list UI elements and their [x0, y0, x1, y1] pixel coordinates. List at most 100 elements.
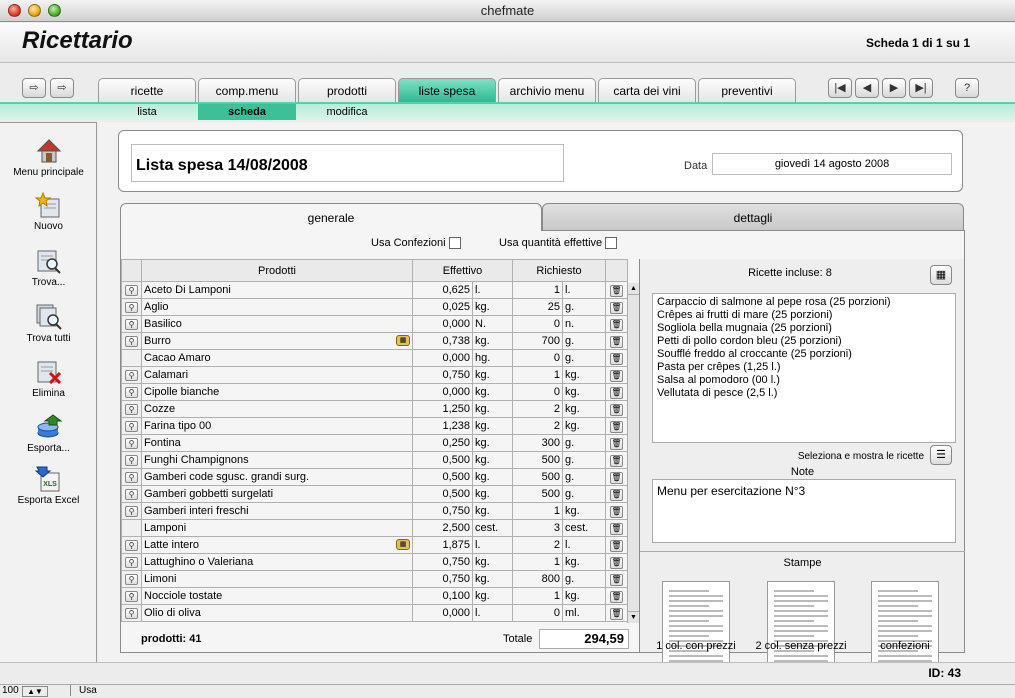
- trash-icon[interactable]: 🗑: [610, 420, 623, 433]
- required-qty-cell[interactable]: 700: [512, 332, 563, 350]
- product-name-cell[interactable]: Aceto Di Lamponi: [141, 281, 413, 299]
- required-qty-cell[interactable]: 1: [512, 366, 563, 384]
- table-row[interactable]: ⚲ Limoni 0,750 kg. 800 g. 🗑: [121, 570, 628, 588]
- table-row[interactable]: Lamponi 2,500 cest. 3 cest. 🗑: [121, 519, 628, 537]
- effective-qty-cell[interactable]: 0,100: [412, 587, 473, 605]
- product-name-cell[interactable]: Olio di oliva: [141, 604, 413, 622]
- product-name-cell[interactable]: Burro ▦: [141, 332, 413, 350]
- sidebar-item-trova-tutti[interactable]: Trova tutti: [0, 303, 97, 344]
- tab-archivio-menu[interactable]: archivio menu: [498, 78, 596, 102]
- trash-icon[interactable]: 🗑: [610, 522, 623, 535]
- tab-comp-menu[interactable]: comp.menu: [198, 78, 296, 102]
- trash-icon[interactable]: 🗑: [610, 607, 623, 620]
- effective-qty-cell[interactable]: 1,238: [412, 417, 473, 435]
- magnifier-icon[interactable]: ⚲: [125, 319, 138, 330]
- table-row[interactable]: ⚲ Gamberi interi freschi 0,750 kg. 1 kg. 🗑: [121, 502, 628, 520]
- table-row[interactable]: ⚲ Burro ▦ 0,738 kg. 700 g. 🗑: [121, 332, 628, 350]
- magnifier-icon[interactable]: ⚲: [125, 387, 138, 398]
- magnifier-icon[interactable]: ⚲: [125, 438, 138, 449]
- effective-qty-cell[interactable]: 0,500: [412, 451, 473, 469]
- magnifier-icon[interactable]: ⚲: [125, 302, 138, 313]
- table-row[interactable]: ⚲ Fontina 0,250 kg. 300 g. 🗑: [121, 434, 628, 452]
- effective-qty-cell[interactable]: 0,625: [412, 281, 473, 299]
- trash-icon[interactable]: 🗑: [610, 556, 623, 569]
- required-qty-cell[interactable]: 300: [512, 434, 563, 452]
- required-qty-cell[interactable]: 800: [512, 570, 563, 588]
- trash-icon[interactable]: 🗑: [610, 301, 623, 314]
- effective-qty-cell[interactable]: 0,738: [412, 332, 473, 350]
- note-field[interactable]: Menu per esercitazione N°3: [652, 479, 956, 543]
- trash-icon[interactable]: 🗑: [610, 335, 623, 348]
- usa-quantita-option[interactable]: Usa quantità effettive: [499, 237, 618, 250]
- product-name-cell[interactable]: Limoni: [141, 570, 413, 588]
- required-qty-cell[interactable]: 0: [512, 604, 563, 622]
- product-name-cell[interactable]: Gamberi gobbetti surgelati: [141, 485, 413, 503]
- required-qty-cell[interactable]: 1: [512, 502, 563, 520]
- trash-icon[interactable]: 🗑: [610, 488, 623, 501]
- product-name-cell[interactable]: Latte intero ▦: [141, 536, 413, 554]
- table-row[interactable]: ⚲ Nocciole tostate 0,100 kg. 1 kg. 🗑: [121, 587, 628, 605]
- usa-quantita-checkbox[interactable]: [605, 237, 618, 250]
- table-row[interactable]: Cacao Amaro 0,000 hg. 0 g. 🗑: [121, 349, 628, 367]
- effective-qty-cell[interactable]: 1,875: [412, 536, 473, 554]
- magnifier-icon[interactable]: ⚲: [125, 285, 138, 296]
- required-qty-cell[interactable]: 0: [512, 349, 563, 367]
- magnifier-icon[interactable]: ⚲: [125, 421, 138, 432]
- table-scrollbar[interactable]: ▲ ▼: [627, 283, 639, 623]
- required-qty-cell[interactable]: 500: [512, 451, 563, 469]
- table-row[interactable]: ⚲ Funghi Champignons 0,500 kg. 500 g. 🗑: [121, 451, 628, 469]
- magnifier-icon[interactable]: ⚲: [125, 591, 138, 602]
- mode-indicator[interactable]: Usa: [70, 685, 97, 696]
- sidebar-item-nuovo[interactable]: Nuovo: [0, 191, 97, 232]
- print-thumbnail-3[interactable]: [871, 581, 939, 673]
- product-name-cell[interactable]: Gamberi code sgusc. grandi surg.: [141, 468, 413, 486]
- zoom-window-button[interactable]: [48, 4, 61, 17]
- effective-qty-cell[interactable]: 0,025: [412, 298, 473, 316]
- magnifier-icon[interactable]: ⚲: [125, 506, 138, 517]
- product-name-cell[interactable]: Farina tipo 00: [141, 417, 413, 435]
- tab-liste-spesa[interactable]: liste spesa: [398, 78, 496, 102]
- table-row[interactable]: ⚲ Latte intero ▦ 1,875 l. 2 l. 🗑: [121, 536, 628, 554]
- usa-confezioni-checkbox[interactable]: [448, 237, 461, 250]
- effective-qty-cell[interactable]: 0,750: [412, 366, 473, 384]
- trash-icon[interactable]: 🗑: [610, 454, 623, 467]
- table-row[interactable]: ⚲ Calamari 0,750 kg. 1 kg. 🗑: [121, 366, 628, 384]
- product-name-cell[interactable]: Cipolle bianche: [141, 383, 413, 401]
- scroll-down-icon[interactable]: ▼: [628, 611, 639, 623]
- effective-qty-cell[interactable]: 0,000: [412, 604, 473, 622]
- trash-icon[interactable]: 🗑: [610, 590, 623, 603]
- trash-icon[interactable]: 🗑: [610, 403, 623, 416]
- trash-icon[interactable]: 🗑: [610, 369, 623, 382]
- magnifier-icon[interactable]: ⚲: [125, 336, 138, 347]
- recipe-list-icon[interactable]: ▦: [930, 265, 952, 285]
- recipe-item[interactable]: Salsa al pomodoro (00 l.): [657, 374, 951, 387]
- magnifier-icon[interactable]: ⚲: [125, 540, 138, 551]
- recipe-item[interactable]: Pasta per crêpes (1,25 l.): [657, 361, 951, 374]
- next-record-icon[interactable]: ▶: [882, 78, 906, 98]
- effective-qty-cell[interactable]: 0,500: [412, 485, 473, 503]
- recipe-item[interactable]: Vellutata di pesce (2,5 l.): [657, 387, 951, 400]
- print-label-2[interactable]: 2 col. senza prezzi: [746, 640, 856, 652]
- trash-icon[interactable]: 🗑: [610, 437, 623, 450]
- subtab-modifica[interactable]: modifica: [298, 104, 396, 120]
- tab-generale[interactable]: generale: [120, 203, 542, 231]
- sidebar-item-esporta-excel[interactable]: XLS Esporta Excel: [0, 465, 97, 506]
- back-arrow-icon[interactable]: ⇨: [22, 78, 46, 98]
- minimize-window-button[interactable]: [28, 4, 41, 17]
- print-thumbnail-2[interactable]: [767, 581, 835, 673]
- product-name-cell[interactable]: Nocciole tostate: [141, 587, 413, 605]
- last-record-icon[interactable]: ▶|: [909, 78, 933, 98]
- table-row[interactable]: ⚲ Cipolle bianche 0,000 kg. 0 kg. 🗑: [121, 383, 628, 401]
- table-row[interactable]: ⚲ Cozze 1,250 kg. 2 kg. 🗑: [121, 400, 628, 418]
- magnifier-icon[interactable]: ⚲: [125, 608, 138, 619]
- effective-qty-cell[interactable]: 0,250: [412, 434, 473, 452]
- tab-preventivi[interactable]: preventivi: [698, 78, 796, 102]
- tab-ricette[interactable]: ricette: [98, 78, 196, 102]
- required-qty-cell[interactable]: 1: [512, 281, 563, 299]
- print-label-3[interactable]: confezioni: [855, 640, 955, 652]
- help-icon[interactable]: ?: [955, 78, 979, 98]
- table-row[interactable]: ⚲ Aglio 0,025 kg. 25 g. 🗑: [121, 298, 628, 316]
- trash-icon[interactable]: 🗑: [610, 471, 623, 484]
- product-name-cell[interactable]: Funghi Champignons: [141, 451, 413, 469]
- effective-qty-cell[interactable]: 0,750: [412, 553, 473, 571]
